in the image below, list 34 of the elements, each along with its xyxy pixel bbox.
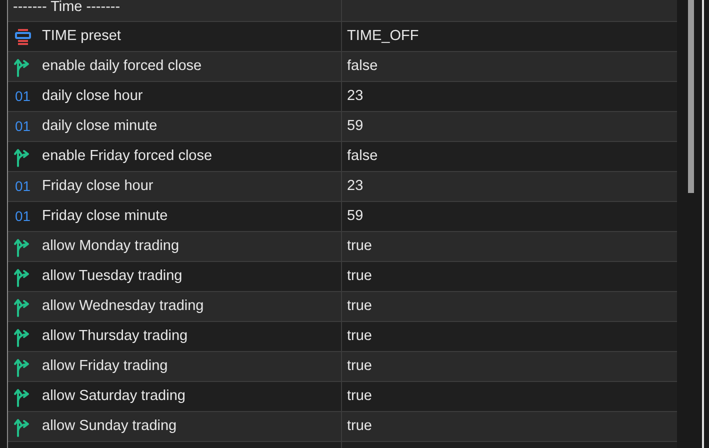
parameter-value[interactable]: true xyxy=(347,416,372,438)
scrollbar-thumb[interactable] xyxy=(688,0,694,193)
group-header: ------- Time ------- xyxy=(13,0,120,15)
parameter-name: Friday close minute xyxy=(42,206,168,226)
parameter-value[interactable]: true xyxy=(347,326,372,348)
parameter-name: allow Tuesday trading xyxy=(42,266,182,286)
parameter-value[interactable]: true xyxy=(347,356,372,378)
parameter-name: Friday close hour xyxy=(42,176,154,196)
integer-icon: 01 xyxy=(13,116,35,137)
parameter-name: TIME preset xyxy=(42,26,121,46)
parameter-value[interactable]: 59 xyxy=(347,116,364,138)
parameter-value[interactable]: true xyxy=(347,266,372,288)
parameter-name: allow Sunday trading xyxy=(42,416,177,436)
integer-icon: 01 xyxy=(13,86,35,107)
parameter-name: daily close hour xyxy=(42,86,143,106)
parameter-name: allow Saturday trading xyxy=(42,386,186,406)
parameter-value[interactable]: 23 xyxy=(347,86,364,108)
parameter-value[interactable]: false xyxy=(347,56,378,78)
parameter-value[interactable]: 23 xyxy=(347,176,364,198)
integer-icon: 01 xyxy=(13,176,35,197)
parameter-name: allow Wednesday trading xyxy=(42,296,204,316)
parameter-name: allow Thursday trading xyxy=(42,326,188,346)
parameter-name: allow Friday trading xyxy=(42,356,168,376)
integer-icon: 01 xyxy=(13,206,35,227)
parameter-value[interactable]: false xyxy=(347,146,378,168)
parameter-value[interactable]: true xyxy=(347,236,372,258)
parameter-name: daily close minute xyxy=(42,116,158,136)
parameter-value[interactable]: TIME_OFF xyxy=(347,26,419,48)
parameter-value[interactable]: true xyxy=(347,296,372,318)
parameter-name: enable Friday forced close xyxy=(42,146,212,166)
parameter-value[interactable]: 59 xyxy=(347,206,364,228)
parameter-name: enable daily forced close xyxy=(42,56,202,76)
parameter-name: allow Monday trading xyxy=(42,236,180,256)
parameter-value[interactable]: true xyxy=(347,386,372,408)
